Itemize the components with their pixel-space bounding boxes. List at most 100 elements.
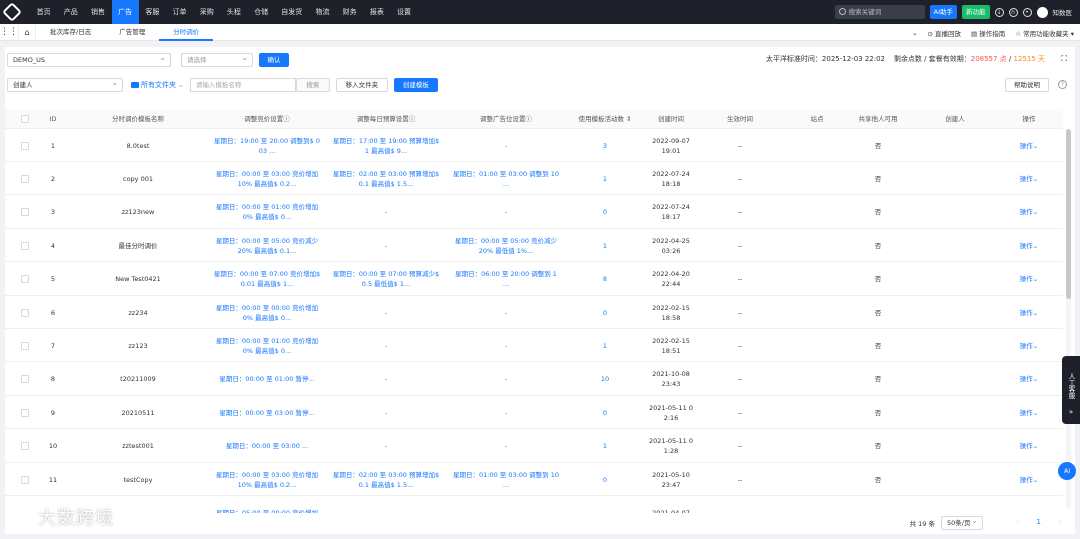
- cell-text[interactable]: 0: [603, 408, 607, 418]
- cell-op[interactable]: 操作 ⌄: [1005, 196, 1053, 229]
- cell-count[interactable]: 8: [575, 263, 635, 296]
- chevron-down-icon[interactable]: ⌄: [1033, 374, 1038, 384]
- cell-place[interactable]: 星期日：06:00 至 20:00 调整到 1 ...: [449, 263, 563, 296]
- operation-menu[interactable]: 操作: [1020, 341, 1033, 351]
- option-select[interactable]: 请选择: [181, 52, 253, 67]
- checkbox[interactable]: [21, 308, 29, 317]
- checkbox[interactable]: [21, 341, 29, 350]
- cell-text[interactable]: 星期日：00:00 至 05:00 竞价减少 20% 最低值 1%...: [455, 236, 557, 256]
- nav-item[interactable]: 仓储: [248, 0, 275, 24]
- cell-op[interactable]: 操作 ⌄: [1005, 263, 1053, 296]
- operation-menu[interactable]: 操作: [1020, 274, 1033, 284]
- cell-bid[interactable]: 星期日：00:00 至 05:00 竞价减少 20% 最高值$ 0.1...: [212, 229, 322, 262]
- prev-page-button[interactable]: ‹: [1016, 518, 1019, 526]
- operation-menu[interactable]: 操作: [1020, 207, 1033, 217]
- next-page-button[interactable]: ›: [1058, 518, 1061, 526]
- select-all-checkbox[interactable]: [17, 109, 33, 129]
- cell-text[interactable]: 星期日：00:00 至 01:00 竞价增加 0% 最高值$ 0...: [216, 336, 318, 356]
- row-checkbox-cell[interactable]: [17, 196, 33, 229]
- operation-menu[interactable]: 操作: [1020, 174, 1033, 184]
- cell-text[interactable]: 星期日：00:00 至 03:00 暂停...: [219, 408, 314, 418]
- global-search-input[interactable]: 搜索关键词: [834, 5, 925, 19]
- cell-count[interactable]: 0: [575, 196, 635, 229]
- cell-text[interactable]: 星期日：19:00 至 20:00 调整到$ 0 03 ...: [214, 136, 320, 156]
- cell-text[interactable]: 0: [603, 475, 607, 485]
- row-checkbox-cell[interactable]: [17, 263, 33, 296]
- checkbox[interactable]: [21, 475, 29, 484]
- cell-text[interactable]: 星期日：00:00 至 03:00 竞价增加 10% 最高值$ 0.2...: [216, 169, 318, 189]
- cell-bid[interactable]: 星期日：00:00 至 07:00 竞价增加$ 0.01 最高值$ 1...: [212, 263, 322, 296]
- table-scrollbar[interactable]: [1066, 129, 1071, 509]
- row-checkbox-cell[interactable]: [17, 296, 33, 329]
- cell-bid[interactable]: 星期日：00:00 至 03:00 竞价增加 10% 最高值$ 0.2...: [212, 463, 322, 496]
- cell-bid[interactable]: 星期日：00:00 至 01:00 竞价增加 0% 最高值$ 0...: [212, 196, 322, 229]
- cell-text[interactable]: 1: [603, 441, 607, 451]
- row-checkbox-cell[interactable]: [17, 162, 33, 195]
- operation-menu[interactable]: 操作: [1020, 308, 1033, 318]
- cell-place[interactable]: 星期日：01:00 至 03:00 调整到 10 ...: [449, 463, 563, 496]
- row-checkbox-cell[interactable]: [17, 363, 33, 396]
- checkbox[interactable]: [21, 141, 29, 150]
- live-replay-link[interactable]: ⊙ 直播回放: [928, 28, 962, 38]
- nav-item[interactable]: 财务: [336, 0, 363, 24]
- checkbox[interactable]: [21, 115, 29, 123]
- checkbox[interactable]: [21, 375, 29, 384]
- nav-item[interactable]: 首页: [30, 0, 57, 24]
- ai-float-button[interactable]: AI: [1058, 462, 1076, 480]
- cell-count[interactable]: 0: [575, 296, 635, 329]
- cell-op[interactable]: 操作 ⌄: [1005, 129, 1053, 162]
- row-checkbox-cell[interactable]: [17, 229, 33, 262]
- cell-text[interactable]: 星期日：00:00 至 01:00 暂停...: [219, 374, 314, 384]
- nav-item[interactable]: 自发货: [275, 0, 309, 24]
- apps-grid-icon[interactable]: ⋮⋮: [0, 24, 18, 41]
- cell-text[interactable]: 星期日：00:00 至 03:00 ...: [226, 441, 308, 451]
- table-row[interactable]: 8 t20211009 星期日：00:00 至 01:00 暂停... - -10 202…: [5, 362, 1063, 396]
- cell-text[interactable]: 0: [603, 308, 607, 318]
- cell-text[interactable]: 星期日：00:00 至 01:00 竞价增加 0% 最高值$ 0...: [216, 202, 318, 222]
- cell-op[interactable]: 操作 ⌄: [1005, 363, 1053, 396]
- checkbox[interactable]: [21, 174, 29, 183]
- operation-menu[interactable]: 操作: [1020, 408, 1033, 418]
- row-checkbox-cell[interactable]: [17, 463, 33, 496]
- cell-count[interactable]: 3: [575, 129, 635, 162]
- nav-item[interactable]: 采购: [193, 0, 220, 24]
- chevron-down-icon[interactable]: ⌄: [1033, 207, 1038, 217]
- current-page[interactable]: 1: [1037, 518, 1041, 526]
- cell-text[interactable]: 3: [603, 141, 607, 151]
- cell-text[interactable]: 1: [603, 174, 607, 184]
- cell-text[interactable]: 1: [603, 341, 607, 351]
- row-checkbox-cell[interactable]: [17, 396, 33, 429]
- row-checkbox-cell[interactable]: [17, 129, 33, 162]
- nav-item[interactable]: 销售: [84, 0, 111, 24]
- cell-text[interactable]: 星期日：17:00 至 19:00 预算增加$ 1 最高值$ 9...: [333, 136, 439, 156]
- operation-menu[interactable]: 操作: [1020, 475, 1033, 485]
- page-size-select[interactable]: 50条/页: [941, 515, 983, 530]
- ai-assistant-button[interactable]: AI助手: [929, 5, 957, 19]
- cell-budget[interactable]: 星期日：02:00 至 03:00 预算增加$ 0.1 最高值$ 1.5...: [331, 162, 441, 195]
- cell-text[interactable]: 星期日：00:00 至 07:00 预算减少$ 0.5 最低值$ 1...: [333, 269, 439, 289]
- cell-bid[interactable]: 星期日：00:00 至 03:00 暂停...: [212, 396, 322, 429]
- avatar[interactable]: [1036, 6, 1048, 18]
- chevron-down-icon[interactable]: ⌄: [1033, 308, 1038, 318]
- cell-bid[interactable]: 星期日：00:00 至 00:00 竞价增加 0% 最高值$ 0...: [212, 296, 322, 329]
- operation-guide-link[interactable]: ▤ 操作指南: [971, 28, 1005, 38]
- table-row[interactable]: 11 testCopy 星期日：00:00 至 03:00 竞价增加 10% 最高值…: [5, 463, 1063, 496]
- cell-count[interactable]: 1: [575, 329, 635, 362]
- customer-service-float[interactable]: 人工客服 »: [1062, 356, 1080, 424]
- cell-count[interactable]: 1: [575, 430, 635, 463]
- move-to-folder-button[interactable]: 移入文件夹: [335, 78, 388, 92]
- create-template-button[interactable]: 创建模板: [393, 78, 438, 92]
- cell-text[interactable]: 星期日：00:00 至 03:00 竞价增加 10% 最高值$ 0.2...: [216, 470, 318, 490]
- chevron-down-icon[interactable]: ⌄: [1033, 274, 1038, 284]
- new-features-button[interactable]: 新功能: [962, 5, 990, 19]
- cell-count[interactable]: 10: [575, 363, 635, 396]
- nav-item[interactable]: 设置: [390, 0, 417, 24]
- cell-text[interactable]: 星期日：01:00 至 03:00 调整到 10 ...: [453, 169, 559, 189]
- nav-item[interactable]: 物流: [309, 0, 336, 24]
- nav-item[interactable]: 订单: [166, 0, 193, 24]
- template-name-input[interactable]: 请输入模板名称: [189, 78, 296, 92]
- cell-op[interactable]: 操作 ⌄: [1005, 162, 1053, 195]
- chevron-down-icon[interactable]: ⌄: [1033, 341, 1038, 351]
- operation-menu[interactable]: 操作: [1020, 141, 1033, 151]
- collapse-icon[interactable]: »: [1062, 408, 1080, 416]
